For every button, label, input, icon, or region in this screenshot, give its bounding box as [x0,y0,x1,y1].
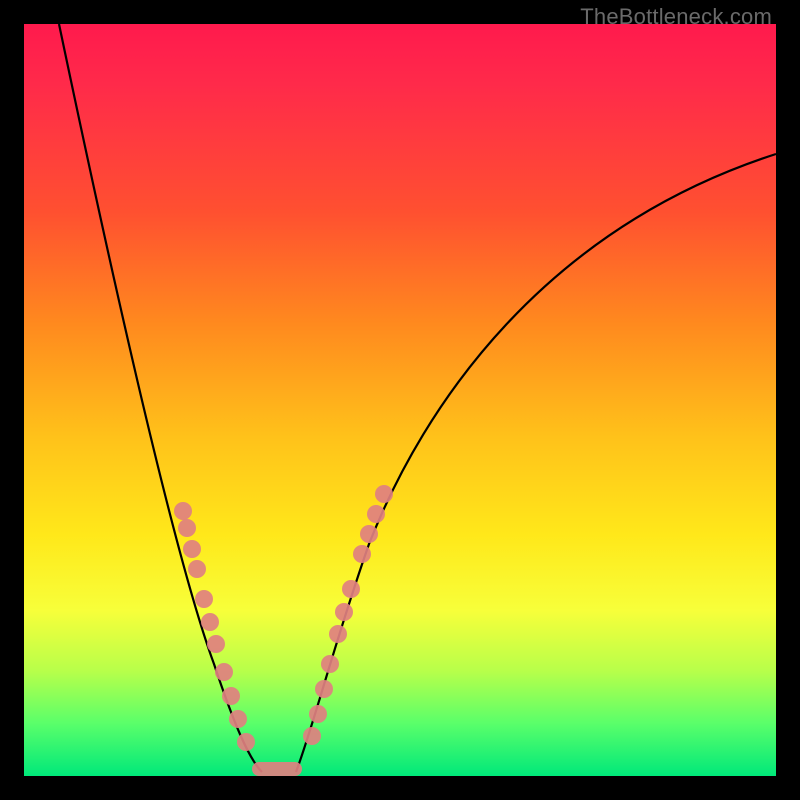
bead-left [229,710,247,728]
bead-bottom-bar [252,762,302,776]
bead-left [237,733,255,751]
bead-right [321,655,339,673]
bead-left [201,613,219,631]
bead-right [329,625,347,643]
bead-left [174,502,192,520]
right-curve [296,154,776,772]
left-curve [59,24,262,772]
chart-frame [24,24,776,776]
bead-left [207,635,225,653]
bead-left [215,663,233,681]
bead-left [183,540,201,558]
bead-right [303,727,321,745]
bead-right [309,705,327,723]
bead-right [375,485,393,503]
bead-left [195,590,213,608]
bead-left [178,519,196,537]
bead-right [342,580,360,598]
bead-right [353,545,371,563]
bead-left [222,687,240,705]
bead-right [315,680,333,698]
bead-right [360,525,378,543]
chart-svg [24,24,776,776]
bead-right [367,505,385,523]
bead-right [335,603,353,621]
watermark-text: TheBottleneck.com [580,4,772,30]
bead-left [188,560,206,578]
